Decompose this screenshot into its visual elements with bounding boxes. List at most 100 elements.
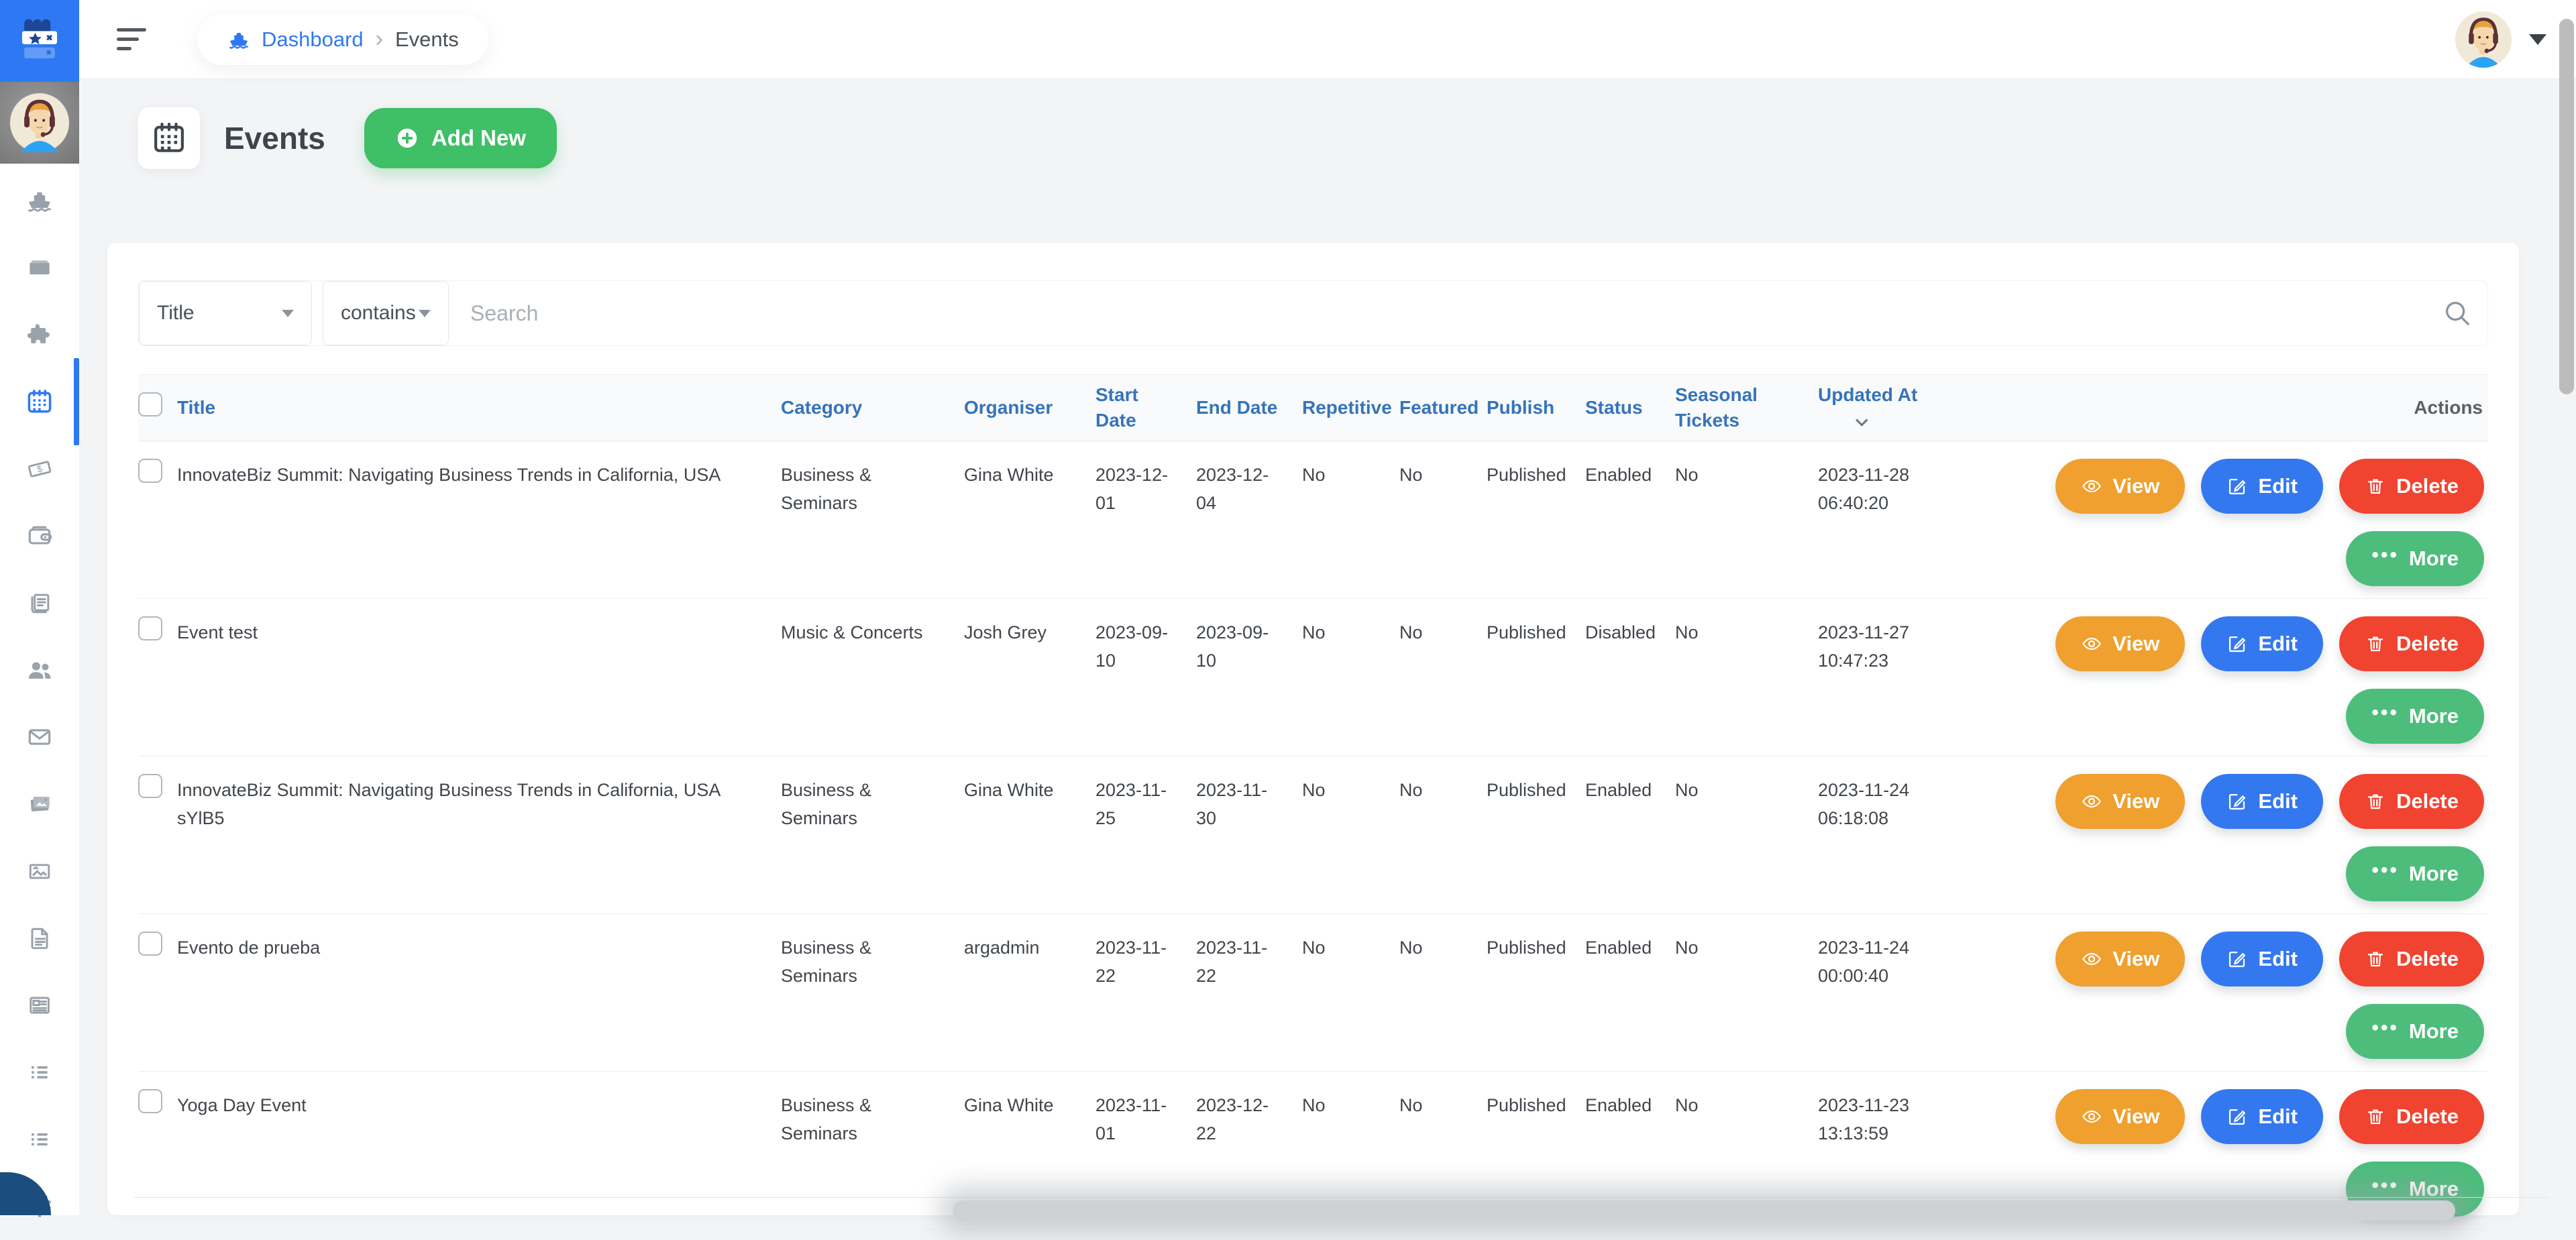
cell-organiser: argadmin: [964, 914, 1095, 1071]
cell-actions: View Edit Delete ••• M: [1976, 599, 2488, 756]
breadcrumb: Dashboard › Events: [197, 14, 488, 65]
delete-button[interactable]: Delete: [2339, 459, 2484, 514]
puzzle-icon: [25, 320, 54, 349]
magnifier-icon[interactable]: [2442, 298, 2473, 329]
sidebar-item-puzzle[interactable]: [0, 301, 79, 368]
app-logo[interactable]: [0, 0, 79, 82]
delete-button[interactable]: Delete: [2339, 932, 2484, 987]
delete-button[interactable]: Delete: [2339, 1089, 2484, 1144]
sidebar-item-pages[interactable]: [0, 569, 79, 636]
more-button[interactable]: ••• More: [2346, 846, 2484, 901]
cell-category: Business & Seminars: [781, 756, 964, 913]
filter-operator-select[interactable]: contains: [323, 281, 449, 345]
sidebar-item-payments[interactable]: $: [0, 435, 79, 502]
cell-repetitive: No: [1302, 599, 1399, 756]
column-start-date[interactable]: Start Date: [1095, 382, 1196, 433]
cell-status: Disabled: [1585, 599, 1675, 756]
more-button[interactable]: ••• More: [2346, 689, 2484, 744]
cell-repetitive: No: [1302, 914, 1399, 1071]
column-status[interactable]: Status: [1585, 395, 1675, 420]
delete-button[interactable]: Delete: [2339, 774, 2484, 829]
sidebar-item-ship[interactable]: [0, 167, 79, 234]
edit-button[interactable]: Edit: [2201, 459, 2323, 514]
more-button[interactable]: ••• More: [2346, 1004, 2484, 1059]
filter-field-select[interactable]: Title: [139, 281, 312, 345]
sidebar-item-list-2[interactable]: [0, 1106, 79, 1173]
user-avatar[interactable]: [2455, 11, 2512, 68]
more-button[interactable]: ••• More: [2346, 531, 2484, 586]
cell-start-date: 2023-12-01: [1095, 441, 1196, 598]
eye-icon: [2081, 1106, 2102, 1127]
edit-button[interactable]: Edit: [2201, 774, 2323, 829]
cell-end-date: 2023-12-04: [1196, 441, 1302, 598]
table-header: Title Category Organiser Start Date End …: [138, 374, 2488, 441]
row-checkbox[interactable]: [138, 616, 162, 640]
page-icon-box: [138, 107, 200, 169]
row-checkbox[interactable]: [138, 774, 162, 798]
cell-status: Enabled: [1585, 441, 1675, 598]
view-button[interactable]: View: [2055, 459, 2185, 514]
add-new-button[interactable]: Add New: [364, 108, 557, 168]
sidebar-item-list-1[interactable]: [0, 1039, 79, 1106]
breadcrumb-dashboard-link[interactable]: Dashboard: [262, 27, 364, 52]
table-body: InnovateBiz Summit: Navigating Business …: [138, 441, 2488, 1229]
column-seasonal-tickets[interactable]: Seasonal Tickets: [1675, 382, 1818, 433]
view-button[interactable]: View: [2055, 616, 2185, 671]
chevron-down-icon[interactable]: [2529, 34, 2546, 45]
edit-button[interactable]: Edit: [2201, 1089, 2323, 1144]
hamburger-icon[interactable]: [117, 28, 146, 50]
cell-featured: No: [1399, 441, 1487, 598]
ship-icon: [227, 27, 251, 52]
edit-pencil-icon: [2226, 948, 2248, 970]
search-input[interactable]: [449, 281, 2487, 345]
sidebar-item-image[interactable]: [0, 838, 79, 905]
column-updated-at[interactable]: Updated At: [1818, 382, 1976, 433]
cell-start-date: 2023-11-22: [1095, 914, 1196, 1071]
cell-updated-at: 2023-11-28 06:40:20: [1818, 441, 1976, 598]
sidebar-item-newspaper[interactable]: [0, 972, 79, 1039]
delete-button[interactable]: Delete: [2339, 616, 2484, 671]
column-category[interactable]: Category: [781, 395, 964, 420]
list-icon: [25, 1058, 54, 1087]
sidebar-avatar[interactable]: [0, 82, 79, 164]
view-button[interactable]: View: [2055, 774, 2185, 829]
select-all-checkbox[interactable]: [138, 392, 162, 416]
eye-icon: [2081, 948, 2102, 970]
column-organiser[interactable]: Organiser: [964, 395, 1095, 420]
cell-category: Music & Concerts: [781, 599, 964, 756]
edit-button[interactable]: Edit: [2201, 932, 2323, 987]
edit-button[interactable]: Edit: [2201, 616, 2323, 671]
column-end-date[interactable]: End Date: [1196, 395, 1302, 420]
banknote-icon: $: [25, 454, 54, 484]
horizontal-scrollbar[interactable]: [953, 1200, 2455, 1221]
sidebar-item-document[interactable]: [0, 905, 79, 972]
row-checkbox[interactable]: [138, 1089, 162, 1113]
edit-pencil-icon: [2226, 475, 2248, 497]
sidebar-item-wallet[interactable]: [0, 502, 79, 569]
ship-icon: [25, 186, 54, 215]
sidebar-item-photos[interactable]: [0, 771, 79, 838]
sidebar-item-events[interactable]: [0, 368, 79, 435]
edit-pencil-icon: [2226, 1106, 2248, 1127]
sort-chevron-down-icon[interactable]: [1856, 414, 1868, 426]
topbar: Dashboard › Events: [79, 0, 2576, 79]
column-featured[interactable]: Featured: [1399, 395, 1487, 420]
cell-category: Business & Seminars: [781, 1072, 964, 1229]
bottom-divider: [134, 1197, 2549, 1198]
view-button[interactable]: View: [2055, 932, 2185, 987]
view-button[interactable]: View: [2055, 1089, 2185, 1144]
vertical-scrollbar[interactable]: [2559, 19, 2574, 394]
sidebar-item-users[interactable]: [0, 636, 79, 703]
column-title[interactable]: Title: [177, 395, 781, 420]
sidebar-item-mail[interactable]: [0, 703, 79, 771]
sidebar-item-briefcase[interactable]: [0, 234, 79, 301]
table-row: Evento de prueba Business & Seminars arg…: [138, 914, 2488, 1072]
column-repetitive[interactable]: Repetitive: [1302, 395, 1399, 420]
header-checkbox-cell: [138, 392, 177, 423]
column-publish[interactable]: Publish: [1487, 395, 1585, 420]
row-checkbox[interactable]: [138, 459, 162, 483]
cell-actions: View Edit Delete ••• M: [1976, 441, 2488, 598]
breadcrumb-separator: ›: [376, 26, 383, 52]
cell-updated-at: 2023-11-27 10:47:23: [1818, 599, 1976, 756]
row-checkbox[interactable]: [138, 932, 162, 956]
